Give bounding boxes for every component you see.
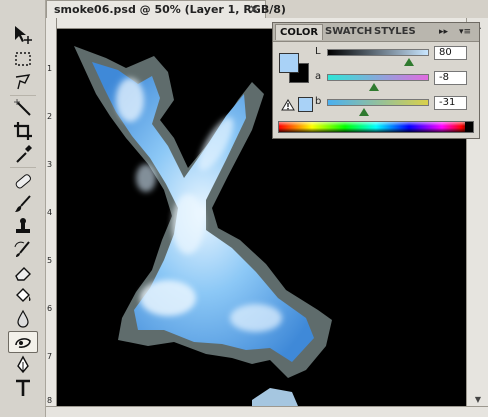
history-brush-tool[interactable] (8, 239, 38, 261)
ruler-number: 4 (47, 208, 53, 217)
b-slider-thumb[interactable] (358, 108, 369, 116)
b-slider[interactable] (327, 99, 429, 106)
magic-wand-icon (14, 99, 31, 116)
brush-tool[interactable] (8, 193, 38, 215)
tab-color[interactable]: COLOR (275, 24, 324, 40)
type-icon (16, 379, 30, 396)
close-document-button[interactable]: × (249, 2, 259, 16)
tools-panel (0, 0, 46, 417)
ruler-number: 5 (47, 256, 53, 265)
lasso-tool[interactable] (8, 71, 38, 93)
eraser-tool[interactable] (8, 262, 38, 284)
warning-triangle-icon[interactable] (281, 99, 295, 111)
color-ramp[interactable] (278, 121, 474, 133)
l-slider-thumb[interactable] (403, 58, 414, 66)
ruler-number: 3 (47, 160, 53, 169)
healing-brush-tool[interactable] (8, 170, 38, 192)
marquee-tool[interactable] (8, 48, 38, 70)
eyedropper-tool[interactable] (8, 143, 38, 165)
ruler-number: 7 (47, 352, 53, 361)
pen-tool[interactable] (8, 354, 38, 376)
a-slider-thumb[interactable] (368, 83, 379, 91)
move-tool[interactable] (8, 24, 38, 46)
paint-bucket-icon (16, 288, 31, 302)
lasso-icon (15, 74, 31, 90)
expand-panel-icon[interactable]: ▸▸ (439, 24, 448, 40)
panel-tabs: COLOR SWATCH STYLES ▸▸ ▾≡ (273, 23, 479, 42)
channel-label-b: b (315, 96, 322, 107)
l-value-input[interactable]: 80 (434, 46, 467, 60)
tab-swatches[interactable]: SWATCH (321, 24, 376, 40)
document-tab[interactable]: smoke06.psd @ 50% (Layer 1, RGB/8) × (46, 0, 286, 18)
ruler-number: 6 (47, 304, 53, 313)
channel-label-l: L (315, 46, 321, 57)
ruler-number: 2 (47, 112, 53, 121)
bandage-icon (15, 174, 31, 189)
type-tool[interactable] (8, 377, 38, 399)
move-arrow-icon (15, 26, 32, 44)
gamut-swatch[interactable] (298, 97, 313, 112)
tool-separator (10, 167, 36, 168)
crop-tool[interactable] (8, 120, 38, 142)
tab-styles[interactable]: STYLES (370, 24, 420, 40)
clone-stamp-tool[interactable] (8, 216, 38, 238)
ruler-number: 8 (47, 396, 53, 405)
fg-bg-swatches (279, 53, 309, 83)
blur-tool[interactable] (8, 308, 38, 330)
tool-separator (10, 95, 36, 96)
color-panel: COLOR SWATCH STYLES ▸▸ ▾≡ L 80 a -8 b -3… (272, 22, 480, 139)
history-brush-icon (14, 241, 30, 257)
smudge-icon (15, 338, 31, 348)
ruler-number: 1 (47, 64, 53, 73)
crop-icon (14, 122, 32, 140)
color-ramp-shade (279, 122, 473, 132)
l-slider[interactable] (327, 49, 429, 56)
stamp-icon (16, 218, 30, 233)
color-ramp-black[interactable] (465, 122, 473, 132)
foreground-color-swatch[interactable] (279, 53, 299, 73)
horizontal-scrollbar[interactable] (46, 406, 488, 417)
smoke-bottom-puff (252, 388, 298, 406)
brush-icon (15, 195, 31, 212)
eraser-icon (15, 267, 31, 281)
b-value-input[interactable]: -31 (434, 96, 467, 110)
magic-wand-tool[interactable] (8, 97, 38, 119)
marquee-icon (15, 52, 31, 66)
a-slider[interactable] (327, 74, 429, 81)
a-value-input[interactable]: -8 (434, 71, 467, 85)
paint-bucket-tool[interactable] (8, 285, 38, 307)
drop-icon (17, 309, 29, 328)
pen-icon (17, 355, 29, 374)
scroll-down-arrow-icon[interactable]: ▼ (467, 392, 488, 406)
panel-menu-icon[interactable]: ▾≡ (459, 24, 471, 40)
smudge-tool[interactable] (8, 331, 38, 353)
channel-label-a: a (315, 71, 322, 82)
eyedropper-icon (16, 145, 32, 163)
